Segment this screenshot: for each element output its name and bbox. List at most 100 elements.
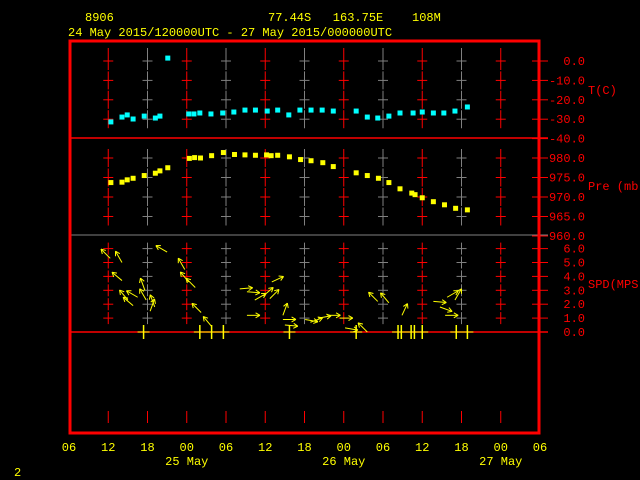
speed-tick-label: 4.0 xyxy=(563,270,585,284)
temperature-tick-label: -20.0 xyxy=(549,94,585,108)
temperature-point xyxy=(231,109,237,115)
temperature-point xyxy=(242,107,248,113)
wind-arrow xyxy=(246,312,261,319)
pressure-tick-label: 975.0 xyxy=(549,172,585,186)
wind-arrow xyxy=(114,250,123,263)
temperature-point xyxy=(353,108,359,114)
pressure-point xyxy=(386,180,392,186)
pressure-point xyxy=(124,177,130,183)
temperature-tick-label: -10.0 xyxy=(549,74,585,88)
pressure-point xyxy=(330,164,336,170)
temperature-tick-label: -40.0 xyxy=(549,133,585,147)
wind-arrow xyxy=(380,292,390,304)
x-tick-label: 06 xyxy=(62,441,76,455)
speed-tick-label: 2.0 xyxy=(563,298,585,312)
temperature-point xyxy=(252,107,258,113)
wind-arrow xyxy=(185,277,196,288)
wind-arrow-head xyxy=(154,298,156,304)
pressure-point xyxy=(308,158,314,164)
speed-tick-label: 6.0 xyxy=(563,243,585,257)
x-tick-label: 18 xyxy=(140,441,154,455)
wind-arrow xyxy=(284,322,299,329)
wind-arrow xyxy=(100,248,111,259)
wind-arrow xyxy=(177,257,186,270)
station-id: 8906 xyxy=(85,11,114,25)
wind-arrow xyxy=(155,245,168,253)
wind-arrow-head xyxy=(148,294,151,300)
temperature-point xyxy=(264,108,270,114)
grid xyxy=(70,48,548,423)
pressure-tick-label: 980.0 xyxy=(549,152,585,166)
pressure-point xyxy=(419,195,425,201)
pressure-point xyxy=(152,170,158,176)
temperature-point xyxy=(375,115,381,121)
x-tick-label: 18 xyxy=(454,441,468,455)
pressure-tick-label: 970.0 xyxy=(549,191,585,205)
temperature-point xyxy=(419,109,425,115)
pressure-point xyxy=(375,175,381,181)
temperature-point xyxy=(220,110,226,116)
wind-arrow xyxy=(191,302,202,313)
temperature-point xyxy=(157,113,163,119)
pressure-point xyxy=(412,192,418,198)
pressure-point xyxy=(264,152,270,158)
axes: 0.0 -10.0 -20.0 -30.0 -40.0 980.0 975.0 970.0 96… xyxy=(62,55,585,469)
speed-tick-label: 3.0 xyxy=(563,284,585,298)
temperature-point xyxy=(308,107,314,113)
x-tick-label: 12 xyxy=(101,441,115,455)
wind-arrow xyxy=(269,288,280,299)
pressure-point xyxy=(141,173,147,179)
wind-arrow-head xyxy=(286,303,289,309)
x-tick-label: 12 xyxy=(415,441,429,455)
pressure-point xyxy=(209,153,215,159)
pressure-point xyxy=(197,155,203,161)
temperature-point xyxy=(397,110,403,116)
wind-arrow xyxy=(179,271,190,283)
temperature-point xyxy=(124,112,130,118)
station-location: 77.44S 163.75E 108M xyxy=(268,11,441,25)
pressure-point xyxy=(397,186,403,192)
temperature-point xyxy=(319,107,325,113)
speed-tick-label: 1.0 xyxy=(563,312,585,326)
temperature-point xyxy=(410,110,416,116)
pressure-point xyxy=(108,180,114,186)
wind-arrow xyxy=(357,322,368,333)
pressure-point xyxy=(186,155,192,161)
temperature-tick-label: -30.0 xyxy=(549,113,585,127)
temperature-point xyxy=(452,108,458,114)
pressure-point xyxy=(268,153,274,159)
x-tick-label: 06 xyxy=(533,441,547,455)
temperature-point xyxy=(141,113,147,119)
temperature-point xyxy=(165,55,171,61)
pressure-point xyxy=(441,202,447,208)
x-tick-label: 18 xyxy=(297,441,311,455)
pressure-point xyxy=(252,152,258,158)
wind-arrow xyxy=(433,299,447,306)
x-tick-label: 00 xyxy=(180,441,194,455)
temperature-point xyxy=(186,111,192,117)
temperature-point xyxy=(286,112,292,118)
pressure-point xyxy=(232,151,238,157)
wind-arrow-head xyxy=(247,285,253,289)
wind-arrow xyxy=(439,306,453,313)
temperature-point xyxy=(430,110,436,116)
meteogram: 8906 77.44S 163.75E 108M 24 May 2015/120… xyxy=(14,11,640,480)
temperature-point xyxy=(130,116,136,122)
pressure-point xyxy=(353,170,359,176)
temperature-point xyxy=(108,119,114,125)
pressure-point xyxy=(275,152,281,158)
temperature-point xyxy=(364,114,370,120)
wind-arrow xyxy=(139,277,146,291)
wind-arrow xyxy=(368,291,379,302)
temperature-point xyxy=(119,114,125,120)
pressure-point xyxy=(453,205,459,211)
wind-arrow xyxy=(111,271,123,281)
temperature-point xyxy=(275,107,281,113)
speed-tick-label: 5.0 xyxy=(563,257,585,271)
temperature-tick-label: 0.0 xyxy=(563,55,585,69)
x-date-label: 26 May xyxy=(322,455,365,469)
pressure-point xyxy=(298,157,304,163)
temperature-point xyxy=(297,107,303,113)
wind-arrow xyxy=(339,315,354,322)
temperature-point xyxy=(441,110,447,116)
